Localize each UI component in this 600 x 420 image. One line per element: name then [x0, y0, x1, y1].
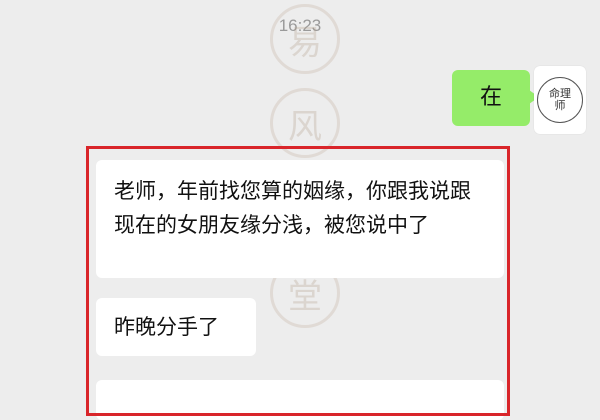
- chat-window: 16:23 易 风 命 堂 在 命理 师 老师，年前找您算的姻缘，你跟我说跟现在…: [0, 0, 600, 420]
- avatar-logo: 命理 师: [537, 77, 583, 123]
- sent-message-row: 在: [452, 70, 539, 126]
- message-timestamp: 16:23: [278, 16, 322, 35]
- watermark-seal: 易: [270, 4, 340, 74]
- avatar[interactable]: 命理 师: [534, 66, 586, 134]
- highlight-annotation-box: [86, 146, 510, 416]
- avatar-logo-text-bottom: 师: [554, 99, 566, 112]
- sent-message-bubble[interactable]: 在: [452, 70, 539, 126]
